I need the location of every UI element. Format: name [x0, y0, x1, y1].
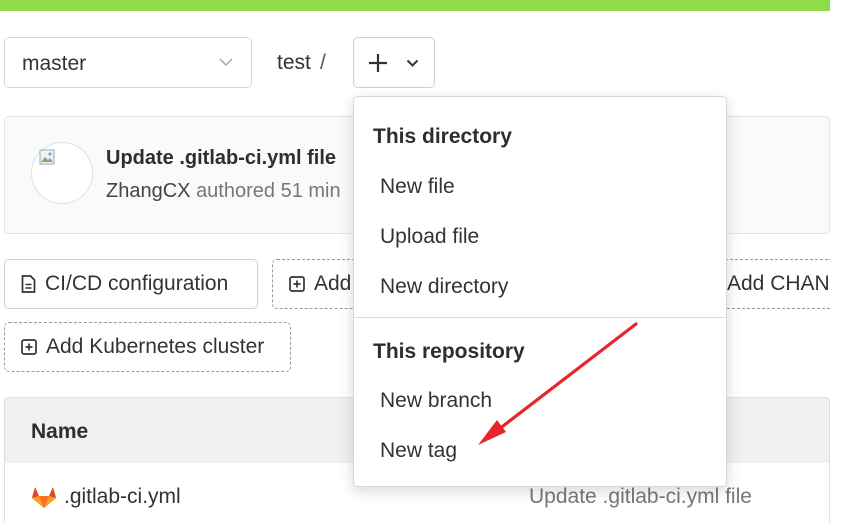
commit-meta: ZhangCX authored 51 min	[106, 180, 341, 203]
add-changelog-label: Add CHAN	[727, 272, 830, 295]
file-last-commit-link[interactable]: Update .gitlab-ci.yml file	[529, 485, 752, 509]
add-to-tree-dropdown-toggle[interactable]	[353, 37, 435, 88]
breadcrumb-separator: /	[320, 51, 326, 74]
add-kubernetes-cluster-button[interactable]: Add Kubernetes cluster	[4, 322, 291, 372]
add-kubernetes-cluster-label: Add Kubernetes cluster	[46, 335, 265, 358]
branch-selector[interactable]: master	[4, 37, 252, 88]
add-file-label: Add	[314, 272, 352, 295]
top-accent-bar	[0, 0, 830, 11]
chevron-down-icon	[219, 58, 233, 67]
commit-title-link[interactable]: Update .gitlab-ci.yml file	[106, 147, 336, 170]
commit-author-link[interactable]: ZhangCX	[106, 180, 191, 202]
annotation-arrow-icon	[478, 322, 638, 445]
menu-item-new-file[interactable]: New file	[355, 164, 725, 210]
dropdown-section-header-directory: This directory	[373, 125, 512, 148]
gitlab-logo-icon	[32, 487, 56, 508]
plus-square-icon	[289, 276, 305, 292]
avatar[interactable]	[31, 142, 93, 204]
menu-item-new-directory[interactable]: New directory	[355, 264, 725, 310]
commit-time-text: authored 51 min	[196, 180, 341, 202]
plus-square-icon	[21, 339, 37, 355]
menu-item-upload-file[interactable]: Upload file	[355, 214, 725, 260]
breadcrumb-folder-link[interactable]: test	[277, 51, 311, 75]
plus-icon	[369, 54, 387, 72]
cicd-configuration-label: CI/CD configuration	[45, 272, 229, 295]
column-header-name: Name	[31, 420, 89, 443]
branch-selector-value: master	[22, 52, 87, 75]
chevron-down-icon	[406, 59, 419, 67]
broken-image-icon	[39, 149, 55, 165]
document-icon	[21, 275, 36, 293]
cicd-configuration-button[interactable]: CI/CD configuration	[4, 259, 258, 309]
file-name-link[interactable]: .gitlab-ci.yml	[64, 485, 181, 509]
